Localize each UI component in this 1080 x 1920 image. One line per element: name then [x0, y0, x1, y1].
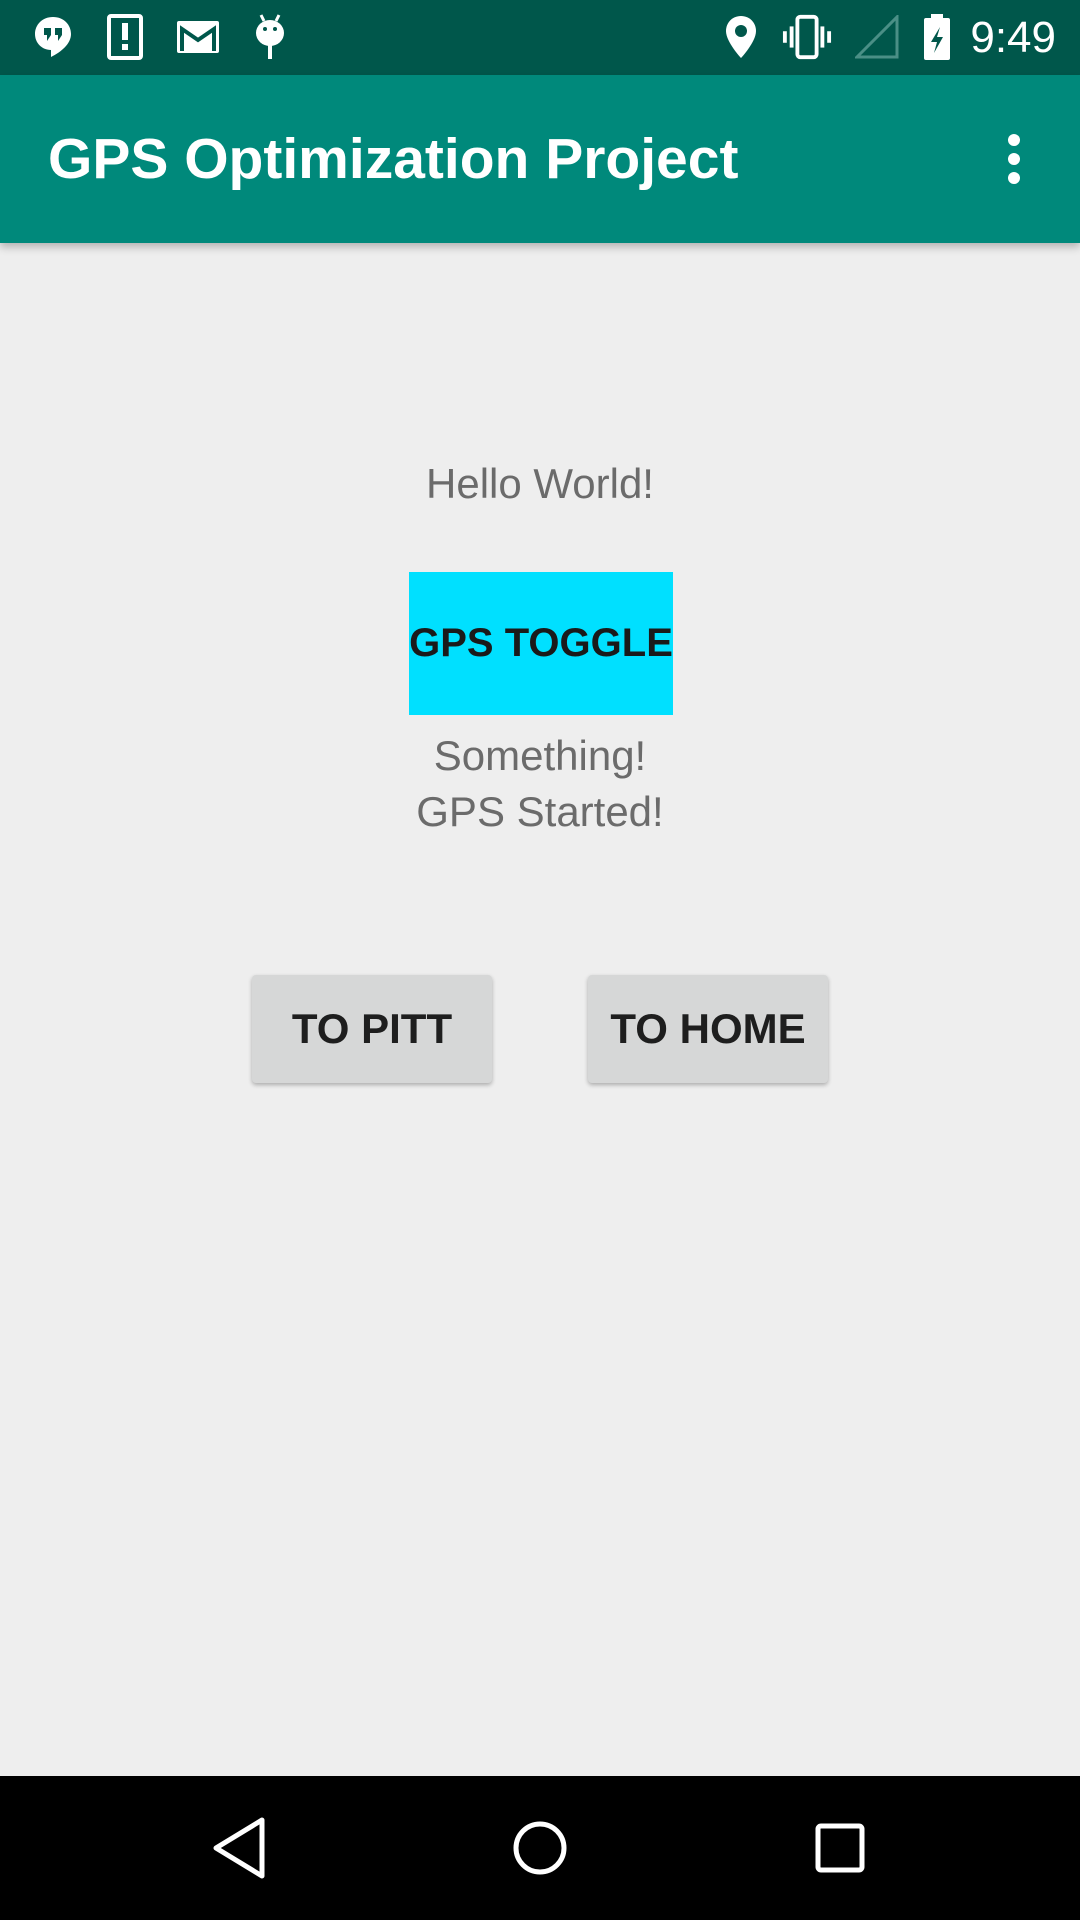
- phone-screen: 9:49 GPS Optimization Project Hello Worl…: [0, 0, 1080, 1920]
- hello-text: Hello World!: [426, 460, 654, 507]
- home-button[interactable]: [490, 1798, 590, 1898]
- back-icon: [213, 1817, 265, 1879]
- more-vertical-icon: [1008, 134, 1020, 184]
- to-home-button[interactable]: TO HOME: [588, 975, 828, 1083]
- hangouts-icon: [28, 12, 78, 62]
- gmail-icon: [173, 12, 223, 62]
- alert-icon: [100, 12, 150, 62]
- to-pitt-button[interactable]: TO PITT: [252, 975, 492, 1083]
- overflow-menu-button[interactable]: [978, 117, 1050, 201]
- status-text-line: Something!: [433, 732, 647, 779]
- status-time: 9:49: [970, 13, 1056, 62]
- gps-toggle-button[interactable]: GPS TOGGLE: [409, 572, 673, 715]
- recents-button[interactable]: [790, 1798, 890, 1898]
- app-bar: GPS Optimization Project: [0, 75, 1080, 243]
- location-icon: [716, 12, 766, 62]
- gps-status-text: GPS Started!: [416, 788, 664, 835]
- vibrate-icon: [782, 12, 832, 62]
- battery-icon: [912, 12, 962, 62]
- navigation-bar: [0, 1776, 1080, 1920]
- status-bar: 9:49: [0, 0, 1080, 75]
- android-debug-icon: [245, 12, 295, 62]
- back-button[interactable]: [190, 1798, 290, 1898]
- app-title: GPS Optimization Project: [48, 127, 739, 191]
- recents-icon: [815, 1823, 865, 1873]
- signal-icon: [852, 12, 902, 62]
- home-icon: [513, 1821, 567, 1875]
